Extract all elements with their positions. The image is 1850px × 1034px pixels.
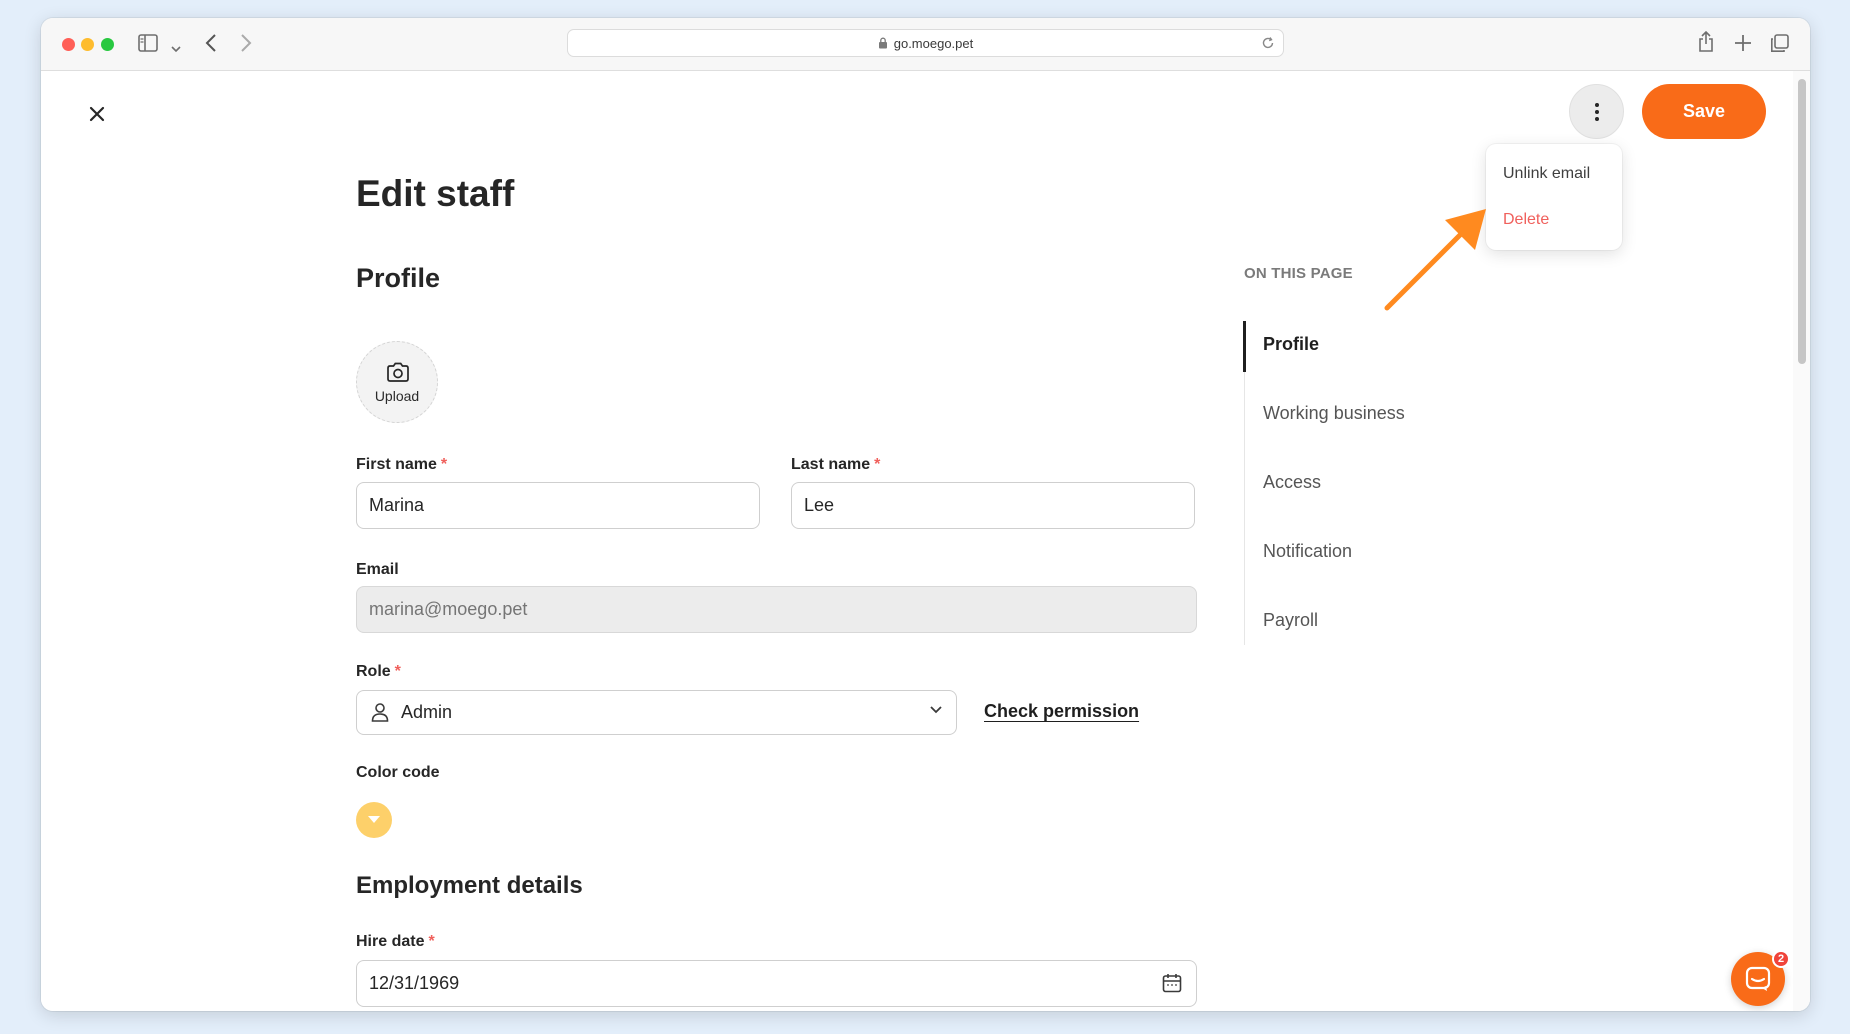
back-icon[interactable] [205,34,217,57]
chevron-down-icon [930,706,942,714]
required-marker: * [440,456,448,473]
color-code-label: Color code [356,764,440,781]
browser-toolbar: go.moego.pet [41,18,1810,71]
new-tab-icon[interactable] [1734,34,1752,57]
required-marker: * [874,456,881,473]
scroll-thumb[interactable] [1798,79,1806,364]
last-name-label: Last name * [791,456,881,473]
toc-item-notification[interactable]: Notification [1263,541,1352,562]
email-input [356,586,1197,633]
last-name-input[interactable] [791,482,1195,529]
chevron-down-icon[interactable] [171,40,181,58]
annotation-arrow [1384,209,1486,311]
profile-section-title: Profile [356,263,441,293]
color-code-picker[interactable] [356,802,392,838]
close-icon [89,106,105,122]
menu-item-delete[interactable]: Delete [1503,211,1549,229]
caret-down-icon [368,816,380,823]
role-label: Role * [356,663,401,680]
tab-overview-icon[interactable] [1770,34,1789,58]
toc-item-payroll[interactable]: Payroll [1263,610,1318,631]
first-name-input[interactable] [356,482,760,529]
lock-icon [878,37,888,49]
calendar-icon[interactable] [1162,973,1182,993]
page-content: Save Unlink email Delete Edit staff Prof… [41,71,1810,1011]
upload-photo-button[interactable]: Upload [356,341,438,423]
zoom-window-button[interactable] [101,38,114,51]
upload-label: Upload [374,388,420,404]
url-bar[interactable]: go.moego.pet [567,29,1284,57]
more-options-menu: Unlink email Delete [1486,144,1622,250]
required-marker: * [394,663,401,680]
role-select[interactable]: Admin [356,690,957,735]
close-button[interactable] [83,100,111,128]
employment-section-title: Employment details [356,872,583,899]
first-name-label: First name * [356,456,448,473]
required-marker: * [428,933,435,950]
email-label: Email [356,561,399,578]
browser-window: go.moego.pet Save Unlink email Delete Ed… [41,18,1810,1011]
toc-active-indicator [1243,321,1246,372]
more-vertical-icon [1594,102,1599,121]
camera-icon [387,362,409,382]
share-icon[interactable] [1698,30,1714,58]
sidebar-toggle-icon[interactable] [138,34,158,57]
reload-icon[interactable] [1261,36,1275,53]
more-options-button[interactable] [1569,84,1624,139]
user-icon [371,703,389,722]
check-permission-link[interactable]: Check permission [984,701,1139,722]
forward-icon[interactable] [240,34,252,57]
chat-icon [1745,966,1771,991]
hire-date-input[interactable] [356,960,1197,1007]
toc-item-profile[interactable]: Profile [1263,334,1319,355]
menu-item-unlink-email[interactable]: Unlink email [1503,165,1590,183]
role-value: Admin [401,702,453,722]
hire-date-label: Hire date * [356,933,435,950]
save-button[interactable]: Save [1642,84,1766,139]
page-scrollbar[interactable] [1793,71,1810,1011]
toc-item-access[interactable]: Access [1263,472,1321,493]
chat-notification-badge: 2 [1772,950,1790,968]
close-window-button[interactable] [62,38,75,51]
toc-heading: ON THIS PAGE [1244,265,1353,282]
page-title: Edit staff [356,173,515,214]
minimize-window-button[interactable] [81,38,94,51]
url-text: go.moego.pet [893,35,974,51]
toc-item-working-business[interactable]: Working business [1263,403,1405,424]
